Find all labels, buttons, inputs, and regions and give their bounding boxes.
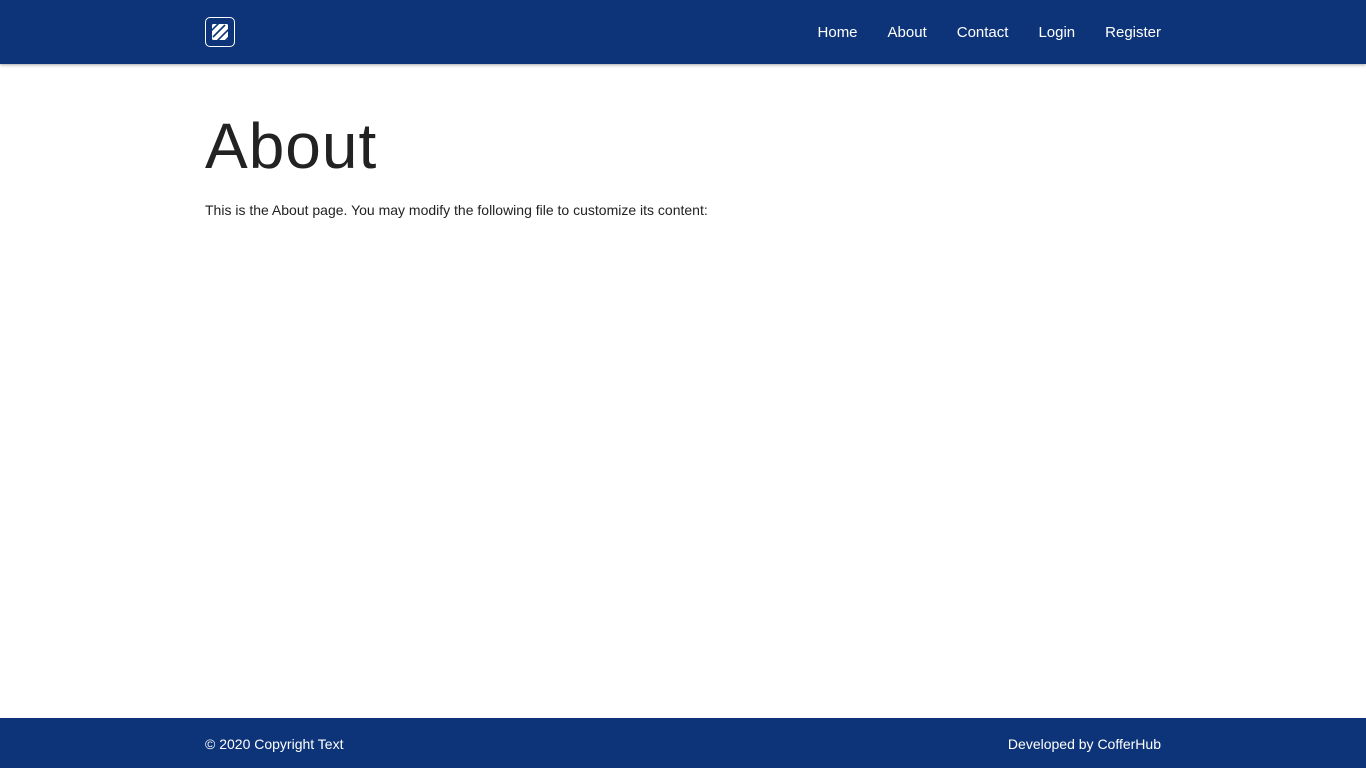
main-nav: Home About Contact Login Register xyxy=(818,0,1161,64)
brand-logo[interactable] xyxy=(205,17,235,47)
brand-logo-icon xyxy=(212,24,228,40)
nav-about-link[interactable]: About xyxy=(888,24,927,41)
main-content: About This is the About page. You may mo… xyxy=(205,64,1161,220)
page-footer: © 2020 Copyright Text Developed by Coffe… xyxy=(0,718,1366,768)
top-navbar: Home About Contact Login Register xyxy=(0,0,1366,64)
page-title: About xyxy=(205,110,378,182)
nav-contact-link[interactable]: Contact xyxy=(957,24,1009,41)
nav-home-link[interactable]: Home xyxy=(818,24,858,41)
copyright-text: © 2020 Copyright Text xyxy=(205,736,344,752)
developer-credit: Developed by CofferHub xyxy=(1008,718,1161,768)
nav-login-link[interactable]: Login xyxy=(1038,24,1075,41)
developed-by-label: Developed by xyxy=(1007,736,1098,752)
nav-register-link[interactable]: Register xyxy=(1105,24,1161,41)
developer-link[interactable]: CofferHub xyxy=(1097,736,1161,752)
page-description: This is the About page. You may modify t… xyxy=(205,202,708,218)
